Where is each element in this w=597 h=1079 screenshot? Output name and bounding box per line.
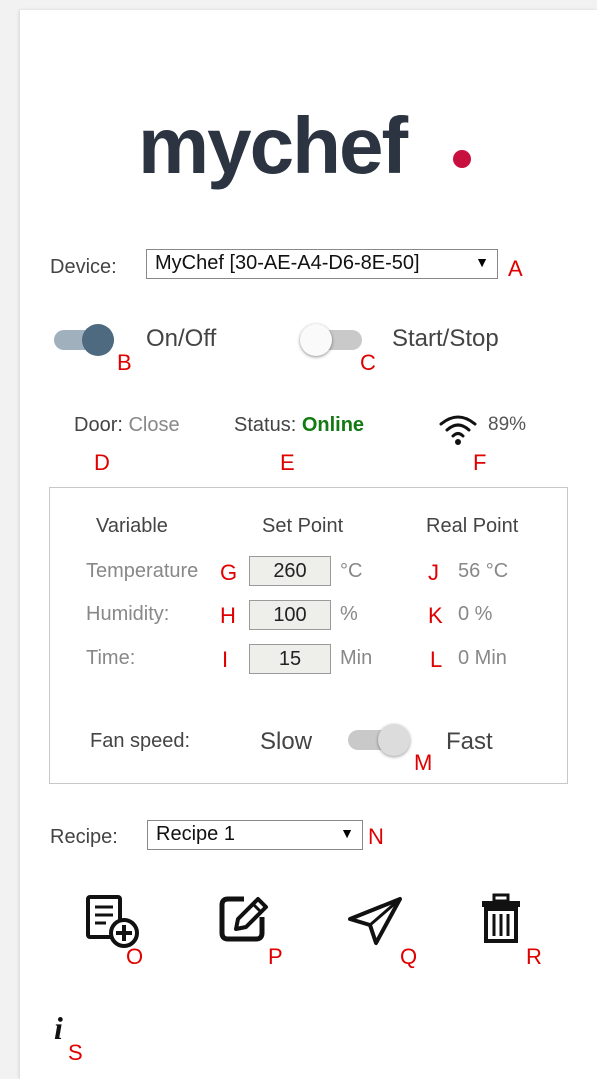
recipe-select-value: Recipe 1 [156, 823, 235, 845]
temperature-setpoint-input[interactable]: 260 [249, 556, 331, 586]
temperature-unit: °C [340, 560, 363, 582]
marker-p: P [268, 944, 283, 969]
device-label: Device: [50, 256, 117, 278]
marker-j: J [428, 560, 439, 585]
wifi-signal-value: 89% [488, 414, 527, 435]
marker-n: N [368, 824, 384, 849]
marker-s: S [68, 1040, 83, 1065]
door-value: Close [128, 414, 180, 436]
device-select[interactable]: MyChef [30-AE-A4-D6-8E-50] ▼ [146, 249, 498, 279]
recipe-select[interactable]: Recipe 1 ▼ [147, 820, 363, 850]
marker-a: A [508, 256, 523, 281]
time-real-value: 0 Min [458, 647, 507, 669]
marker-k: K [428, 603, 443, 628]
on-off-toggle[interactable] [52, 322, 122, 358]
status-value: Online [301, 414, 365, 436]
marker-g: G [220, 560, 238, 585]
marker-q: Q [400, 944, 418, 969]
start-stop-label: Start/Stop [392, 325, 499, 352]
logo-dot [453, 150, 471, 168]
send-icon[interactable] [346, 895, 404, 947]
marker-r: R [526, 944, 542, 969]
door-label: Door: [74, 414, 123, 436]
chevron-down-icon: ▼ [475, 254, 489, 270]
temperature-label: Temperature [86, 560, 199, 582]
header-variable: Variable [96, 515, 168, 537]
status-indicator: Status: Online [234, 414, 364, 437]
marker-i: I [222, 647, 229, 672]
humidity-label: Humidity: [86, 603, 170, 625]
fan-fast-label: Fast [446, 728, 493, 755]
marker-f: F [473, 450, 487, 475]
marker-l: L [430, 647, 443, 672]
marker-e: E [280, 450, 295, 475]
time-unit: Min [340, 647, 373, 669]
humidity-unit: % [340, 603, 358, 625]
trash-icon[interactable] [480, 893, 522, 945]
temperature-real-value: 56 °C [458, 560, 509, 582]
fan-speed-knob [378, 724, 410, 756]
marker-d: D [94, 450, 110, 475]
marker-b: B [117, 350, 132, 375]
fan-slow-label: Slow [260, 728, 313, 755]
time-label: Time: [86, 647, 136, 669]
chevron-down-icon: ▼ [340, 825, 354, 841]
header-set-point: Set Point [262, 515, 344, 537]
wifi-icon [439, 415, 477, 445]
info-icon[interactable]: i [54, 1010, 63, 1047]
on-off-knob [82, 324, 114, 356]
recipe-label: Recipe: [50, 826, 118, 848]
door-indicator: Door: Close [74, 414, 180, 437]
marker-m: M [414, 750, 433, 775]
marker-h: H [220, 603, 236, 628]
marker-o: O [126, 944, 144, 969]
fan-speed-label: Fan speed: [90, 730, 191, 752]
humidity-setpoint-input[interactable]: 100 [249, 600, 331, 630]
edit-icon[interactable] [218, 893, 272, 947]
time-setpoint-input[interactable]: 15 [249, 644, 331, 674]
header-real-point: Real Point [426, 515, 519, 537]
start-stop-toggle[interactable] [298, 322, 368, 358]
marker-c: C [360, 350, 376, 375]
fan-speed-toggle[interactable] [346, 722, 416, 758]
status-label: Status: [234, 414, 297, 436]
mychef-logo: mychef [138, 101, 408, 190]
humidity-real-value: 0 % [458, 603, 493, 625]
on-off-label: On/Off [146, 325, 217, 352]
device-select-value: MyChef [30-AE-A4-D6-8E-50] [155, 252, 420, 274]
start-stop-knob [300, 324, 332, 356]
